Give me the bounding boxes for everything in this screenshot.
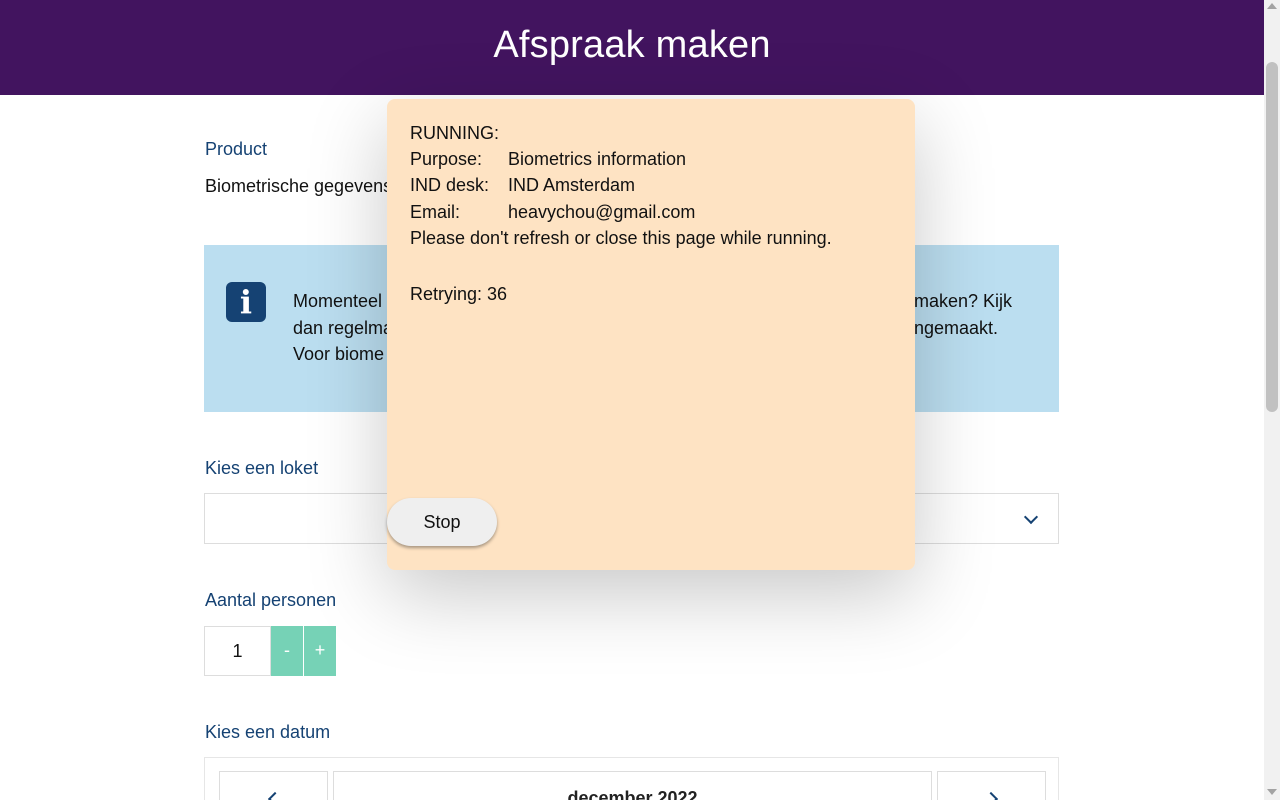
calendar: december 2022 xyxy=(204,757,1059,800)
popup-email-key: Email: xyxy=(410,202,461,222)
popup-purpose-key: Purpose: xyxy=(410,149,483,169)
next-month-button[interactable] xyxy=(937,771,1046,800)
status-popup: RUNNING: Purpose: Biometrics information … xyxy=(387,99,915,570)
info-icon: i xyxy=(226,282,266,322)
vertical-scrollbar[interactable] xyxy=(1264,0,1280,800)
scroll-up-icon[interactable] xyxy=(1267,3,1277,9)
decrease-persons-button[interactable]: - xyxy=(271,626,303,676)
page-title: Afspraak maken xyxy=(493,24,771,66)
desk-label: Kies een loket xyxy=(205,458,319,478)
scroll-thumb[interactable] xyxy=(1266,62,1278,412)
scroll-down-icon[interactable] xyxy=(1267,789,1277,795)
popup-status: RUNNING: xyxy=(410,123,499,143)
date-label: Kies een datum xyxy=(205,722,331,742)
popup-desk-key: IND desk: xyxy=(410,175,490,195)
chevron-right-icon[interactable] xyxy=(983,791,999,800)
page-header: Afspraak maken xyxy=(0,0,1264,95)
chevron-left-icon[interactable] xyxy=(267,791,283,800)
popup-email-value: heavychou@gmail.com xyxy=(508,202,696,222)
chevron-down-icon[interactable] xyxy=(1023,509,1039,525)
popup-purpose-value: Biometrics information xyxy=(508,149,687,169)
info-text-right-line: maken? Kijk xyxy=(914,291,1013,311)
calendar-month-title: december 2022 xyxy=(333,771,932,800)
persons-label: Aantal personen xyxy=(205,590,337,610)
product-value: Biometrische gegevens xyxy=(205,176,393,196)
product-label: Product xyxy=(205,139,268,159)
stop-button[interactable]: Stop xyxy=(387,498,497,546)
popup-retry-count: Retrying: 36 xyxy=(410,284,508,304)
persons-quantity-field[interactable]: 1 xyxy=(204,626,271,676)
popup-email-row: Email: heavychou@gmail.com xyxy=(410,202,695,223)
popup-desk-row: IND desk: IND Amsterdam xyxy=(410,175,635,196)
previous-month-button[interactable] xyxy=(219,771,328,800)
info-text-right-line: ngemaakt. xyxy=(914,317,999,338)
info-text-right: maken? Kijk ngemaakt. xyxy=(914,288,1012,341)
increase-persons-button[interactable]: + xyxy=(304,626,336,676)
popup-purpose-row: Purpose: Biometrics information xyxy=(410,149,686,170)
popup-desk-value: IND Amsterdam xyxy=(508,175,636,195)
popup-warning: Please don't refresh or close this page … xyxy=(410,228,832,248)
